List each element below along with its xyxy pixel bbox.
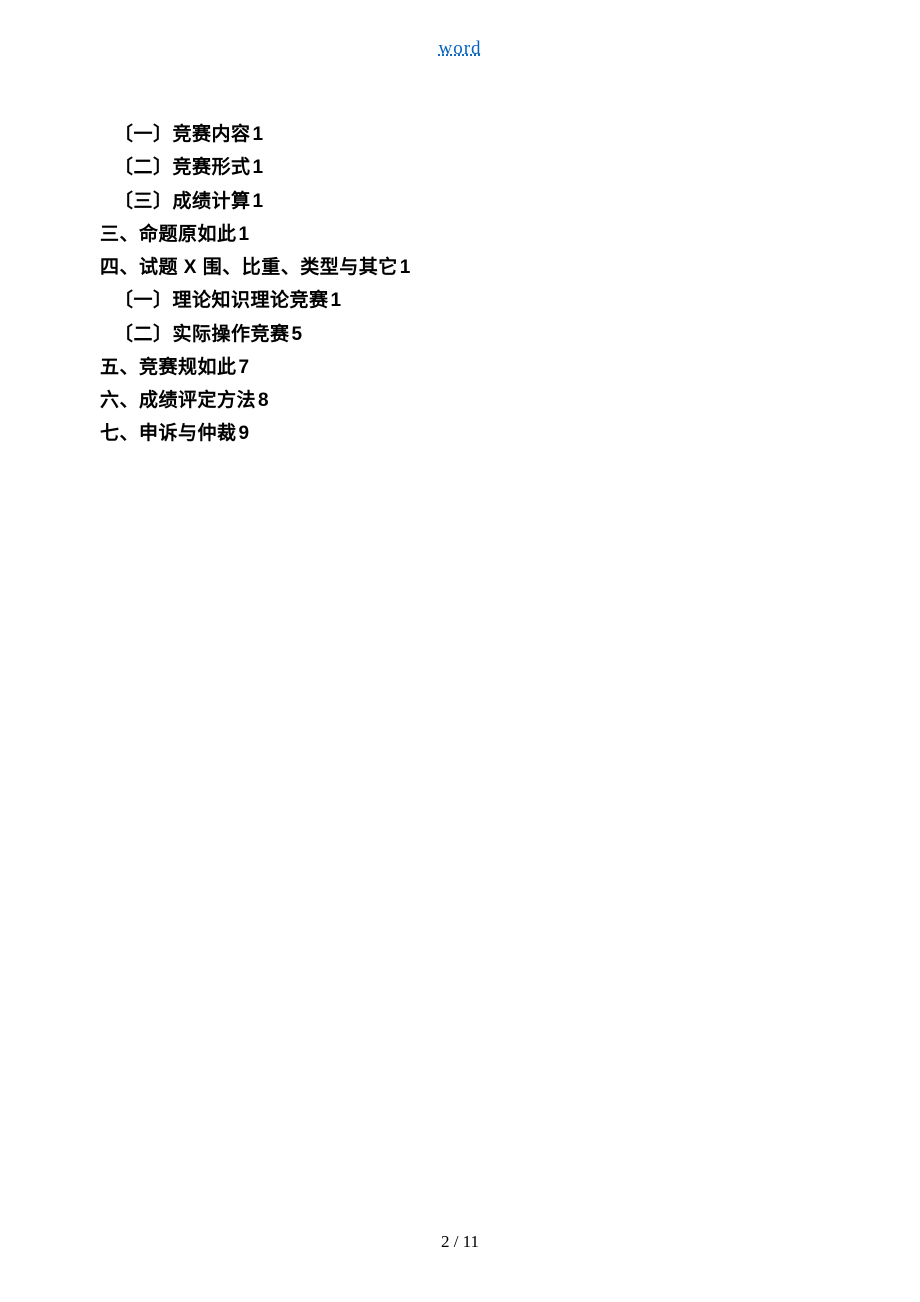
toc-x: X — [184, 257, 197, 278]
toc-page: 8 — [258, 390, 269, 411]
toc-page: 1 — [239, 224, 250, 245]
toc-page: 1 — [400, 257, 411, 278]
toc-text: 五、竞赛规如此 — [100, 357, 237, 378]
toc-page: 1 — [253, 157, 264, 178]
toc-item: 七、申诉与仲裁9 — [100, 417, 820, 450]
toc-text: 〔二〕竞赛形式 — [114, 157, 251, 178]
toc-item: 四、试题 X 围、比重、类型与其它1 — [100, 251, 820, 284]
toc-page: 1 — [253, 124, 264, 145]
toc-page: 7 — [239, 357, 250, 378]
toc-item: 〔一〕理论知识理论竞赛1 — [100, 284, 820, 317]
toc-page: 9 — [239, 423, 250, 444]
total-pages: 11 — [463, 1232, 479, 1251]
toc-text: 〔一〕理论知识理论竞赛 — [114, 290, 329, 311]
toc-text: 三、命题原如此 — [100, 224, 237, 245]
toc-item: 六、成绩评定方法8 — [100, 384, 820, 417]
toc-text: 七、申诉与仲裁 — [100, 423, 237, 444]
toc-page: 1 — [331, 290, 342, 311]
toc-item: 〔二〕竞赛形式1 — [100, 151, 820, 184]
toc-text-post: 围、比重、类型与其它 — [197, 257, 398, 278]
header-link-text[interactable]: word — [438, 38, 481, 59]
toc-page: 5 — [292, 324, 303, 345]
toc-text: 〔一〕竞赛内容 — [114, 124, 251, 145]
toc-item: 〔三〕成绩计算1 — [100, 185, 820, 218]
page-footer: 2 / 11 — [0, 1232, 920, 1252]
toc-text: 六、成绩评定方法 — [100, 390, 256, 411]
toc-item: 〔二〕实际操作竞赛5 — [100, 318, 820, 351]
toc-item: 〔一〕竞赛内容1 — [100, 118, 820, 151]
toc-item: 五、竞赛规如此7 — [100, 351, 820, 384]
toc-text-pre: 四、试题 — [100, 257, 184, 278]
toc-text: 〔二〕实际操作竞赛 — [114, 324, 290, 345]
toc-text: 〔三〕成绩计算 — [114, 191, 251, 212]
toc-item: 三、命题原如此1 — [100, 218, 820, 251]
document-page: word 〔一〕竞赛内容1 〔二〕竞赛形式1 〔三〕成绩计算1 三、命题原如此1… — [0, 0, 920, 1302]
page-separator: / — [449, 1232, 462, 1251]
header-link: word — [100, 38, 820, 60]
toc-page: 1 — [253, 191, 264, 212]
table-of-contents: 〔一〕竞赛内容1 〔二〕竞赛形式1 〔三〕成绩计算1 三、命题原如此1 四、试题… — [100, 118, 820, 451]
